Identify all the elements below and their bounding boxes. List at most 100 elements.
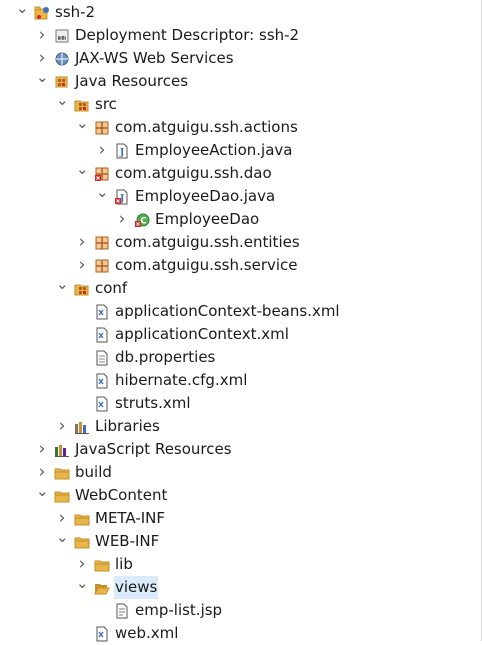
collapse-chevron-icon[interactable]: ⌄ xyxy=(16,1,29,24)
collapse-chevron-icon[interactable]: ⌄ xyxy=(96,185,109,208)
tree-item[interactable]: › build xyxy=(0,461,470,484)
collapse-chevron-icon[interactable]: ⌄ xyxy=(36,484,49,507)
folder-icon xyxy=(74,511,90,527)
tree-item-label: META-INF xyxy=(95,509,166,527)
expand-chevron-icon[interactable]: › xyxy=(36,438,48,461)
tree-item-label: com.atguigu.ssh.entities xyxy=(115,233,300,251)
tree-item-label: conf xyxy=(95,279,128,297)
collapse-chevron-icon[interactable]: ⌄ xyxy=(76,576,89,599)
tree-item-label: lib xyxy=(115,555,133,573)
tree-item[interactable]: ⌄ com.atguigu.ssh.actions xyxy=(0,116,470,139)
project-icon xyxy=(34,5,50,21)
tree-item[interactable]: struts.xml xyxy=(0,392,470,415)
svg-text:J: J xyxy=(119,148,124,158)
tree-item[interactable]: › com.atguigu.ssh.service xyxy=(0,254,470,277)
tree-item-label: applicationContext.xml xyxy=(115,325,289,343)
collapse-chevron-icon[interactable]: ⌄ xyxy=(76,162,89,185)
tree-item[interactable]: ⌄ ssh-2 xyxy=(0,1,470,24)
tree-item-label: struts.xml xyxy=(115,394,191,412)
expand-chevron-icon[interactable]: › xyxy=(76,231,88,254)
tree-item-label: JavaScript Resources xyxy=(75,440,232,458)
tree-item[interactable]: ⌄ src xyxy=(0,93,470,116)
svg-text:3.0: 3.0 xyxy=(59,36,67,42)
no-chevron xyxy=(76,300,88,323)
tree-item-label: ssh-2 xyxy=(55,3,96,21)
tree-item-label: hibernate.cfg.xml xyxy=(115,371,248,389)
tree-item[interactable]: applicationContext.xml xyxy=(0,323,470,346)
expand-chevron-icon[interactable]: › xyxy=(56,415,68,438)
java-file-icon: J xyxy=(114,143,130,159)
tree-item-label: Deployment Descriptor: ssh-2 xyxy=(75,26,300,44)
expand-chevron-icon[interactable]: › xyxy=(56,507,68,530)
expand-chevron-icon[interactable]: › xyxy=(36,24,48,47)
jsp-file-icon xyxy=(114,603,130,619)
package-icon xyxy=(94,258,110,274)
tree-item-label: com.atguigu.ssh.actions xyxy=(115,118,298,136)
web-services-icon xyxy=(54,51,70,67)
collapse-chevron-icon[interactable]: ⌄ xyxy=(56,93,69,116)
tree-item[interactable]: emp-list.jsp xyxy=(0,599,470,622)
tree-item[interactable]: › C EmployeeDao xyxy=(0,208,470,231)
tree-item-label: src xyxy=(95,95,117,113)
tree-item[interactable]: › J EmployeeAction.java xyxy=(0,139,470,162)
expand-chevron-icon[interactable]: › xyxy=(76,553,88,576)
tree-item[interactable]: hibernate.cfg.xml xyxy=(0,369,470,392)
properties-file-icon xyxy=(94,350,110,366)
tree-item[interactable]: web.xml xyxy=(0,622,470,645)
package-error-icon xyxy=(94,166,110,182)
folder-icon xyxy=(54,488,70,504)
tree-item[interactable]: db.properties xyxy=(0,346,470,369)
folder-icon xyxy=(74,534,90,550)
tree-item[interactable]: › JAX-WS Web Services xyxy=(0,47,470,70)
tree-item-label: web.xml xyxy=(115,624,179,642)
libraries-icon xyxy=(74,419,90,435)
svg-text:C: C xyxy=(140,217,147,227)
tree-item[interactable]: ⌄ conf xyxy=(0,277,470,300)
package-icon xyxy=(94,120,110,136)
folder-icon xyxy=(94,557,110,573)
tree-item-label: build xyxy=(75,463,112,481)
xml-file-icon xyxy=(94,396,110,412)
xml-file-icon xyxy=(94,304,110,320)
collapse-chevron-icon[interactable]: ⌄ xyxy=(56,530,69,553)
expand-chevron-icon[interactable]: › xyxy=(36,461,48,484)
tree-item-label: emp-list.jsp xyxy=(135,601,223,619)
source-folder-icon xyxy=(74,281,90,297)
expand-chevron-icon[interactable]: › xyxy=(76,254,88,277)
expand-chevron-icon[interactable]: › xyxy=(116,208,128,231)
xml-file-icon xyxy=(94,373,110,389)
expand-chevron-icon[interactable]: › xyxy=(96,139,108,162)
tree-item[interactable]: ⌄ Java Resources xyxy=(0,70,470,93)
tree-item[interactable]: applicationContext-beans.xml xyxy=(0,300,470,323)
tree-item-label: WEB-INF xyxy=(95,532,160,550)
source-folder-icon xyxy=(74,97,90,113)
tree-item[interactable]: ⌄ com.atguigu.ssh.dao xyxy=(0,162,470,185)
tree-item[interactable]: › META-INF xyxy=(0,507,470,530)
tree-item[interactable]: › lib xyxy=(0,553,470,576)
tree-item-label: com.atguigu.ssh.dao xyxy=(115,164,272,182)
tree-item[interactable]: ⌄ views xyxy=(0,576,470,599)
tree-item[interactable]: › com.atguigu.ssh.entities xyxy=(0,231,470,254)
no-chevron xyxy=(76,346,88,369)
tree-item-label: Java Resources xyxy=(75,72,189,90)
tree-item-label: db.properties xyxy=(115,348,216,366)
tree-item[interactable]: ⌄ WEB-INF xyxy=(0,530,470,553)
tree-item-label: EmployeeAction.java xyxy=(135,141,293,159)
collapse-chevron-icon[interactable]: ⌄ xyxy=(36,70,49,93)
expand-chevron-icon[interactable]: › xyxy=(36,47,48,70)
tree-item-label: JAX-WS Web Services xyxy=(75,49,234,67)
tree-item[interactable]: ⌄ WebContent xyxy=(0,484,470,507)
collapse-chevron-icon[interactable]: ⌄ xyxy=(56,277,69,300)
deployment-descriptor-icon: 3.0 xyxy=(54,28,70,44)
no-chevron xyxy=(76,392,88,415)
no-chevron xyxy=(76,323,88,346)
collapse-chevron-icon[interactable]: ⌄ xyxy=(76,116,89,139)
tree-item[interactable]: ⌄ J EmployeeDao.java xyxy=(0,185,470,208)
tree-item-label: EmployeeDao.java xyxy=(135,187,276,205)
java-file-error-icon: J xyxy=(114,189,130,205)
tree-item[interactable]: › JavaScript Resources xyxy=(0,438,470,461)
no-chevron xyxy=(76,622,88,645)
tree-item[interactable]: › Libraries xyxy=(0,415,470,438)
tree-item[interactable]: › 3.0 Deployment Descriptor: ssh-2 xyxy=(0,24,470,47)
tree-item-label: views xyxy=(114,576,159,599)
